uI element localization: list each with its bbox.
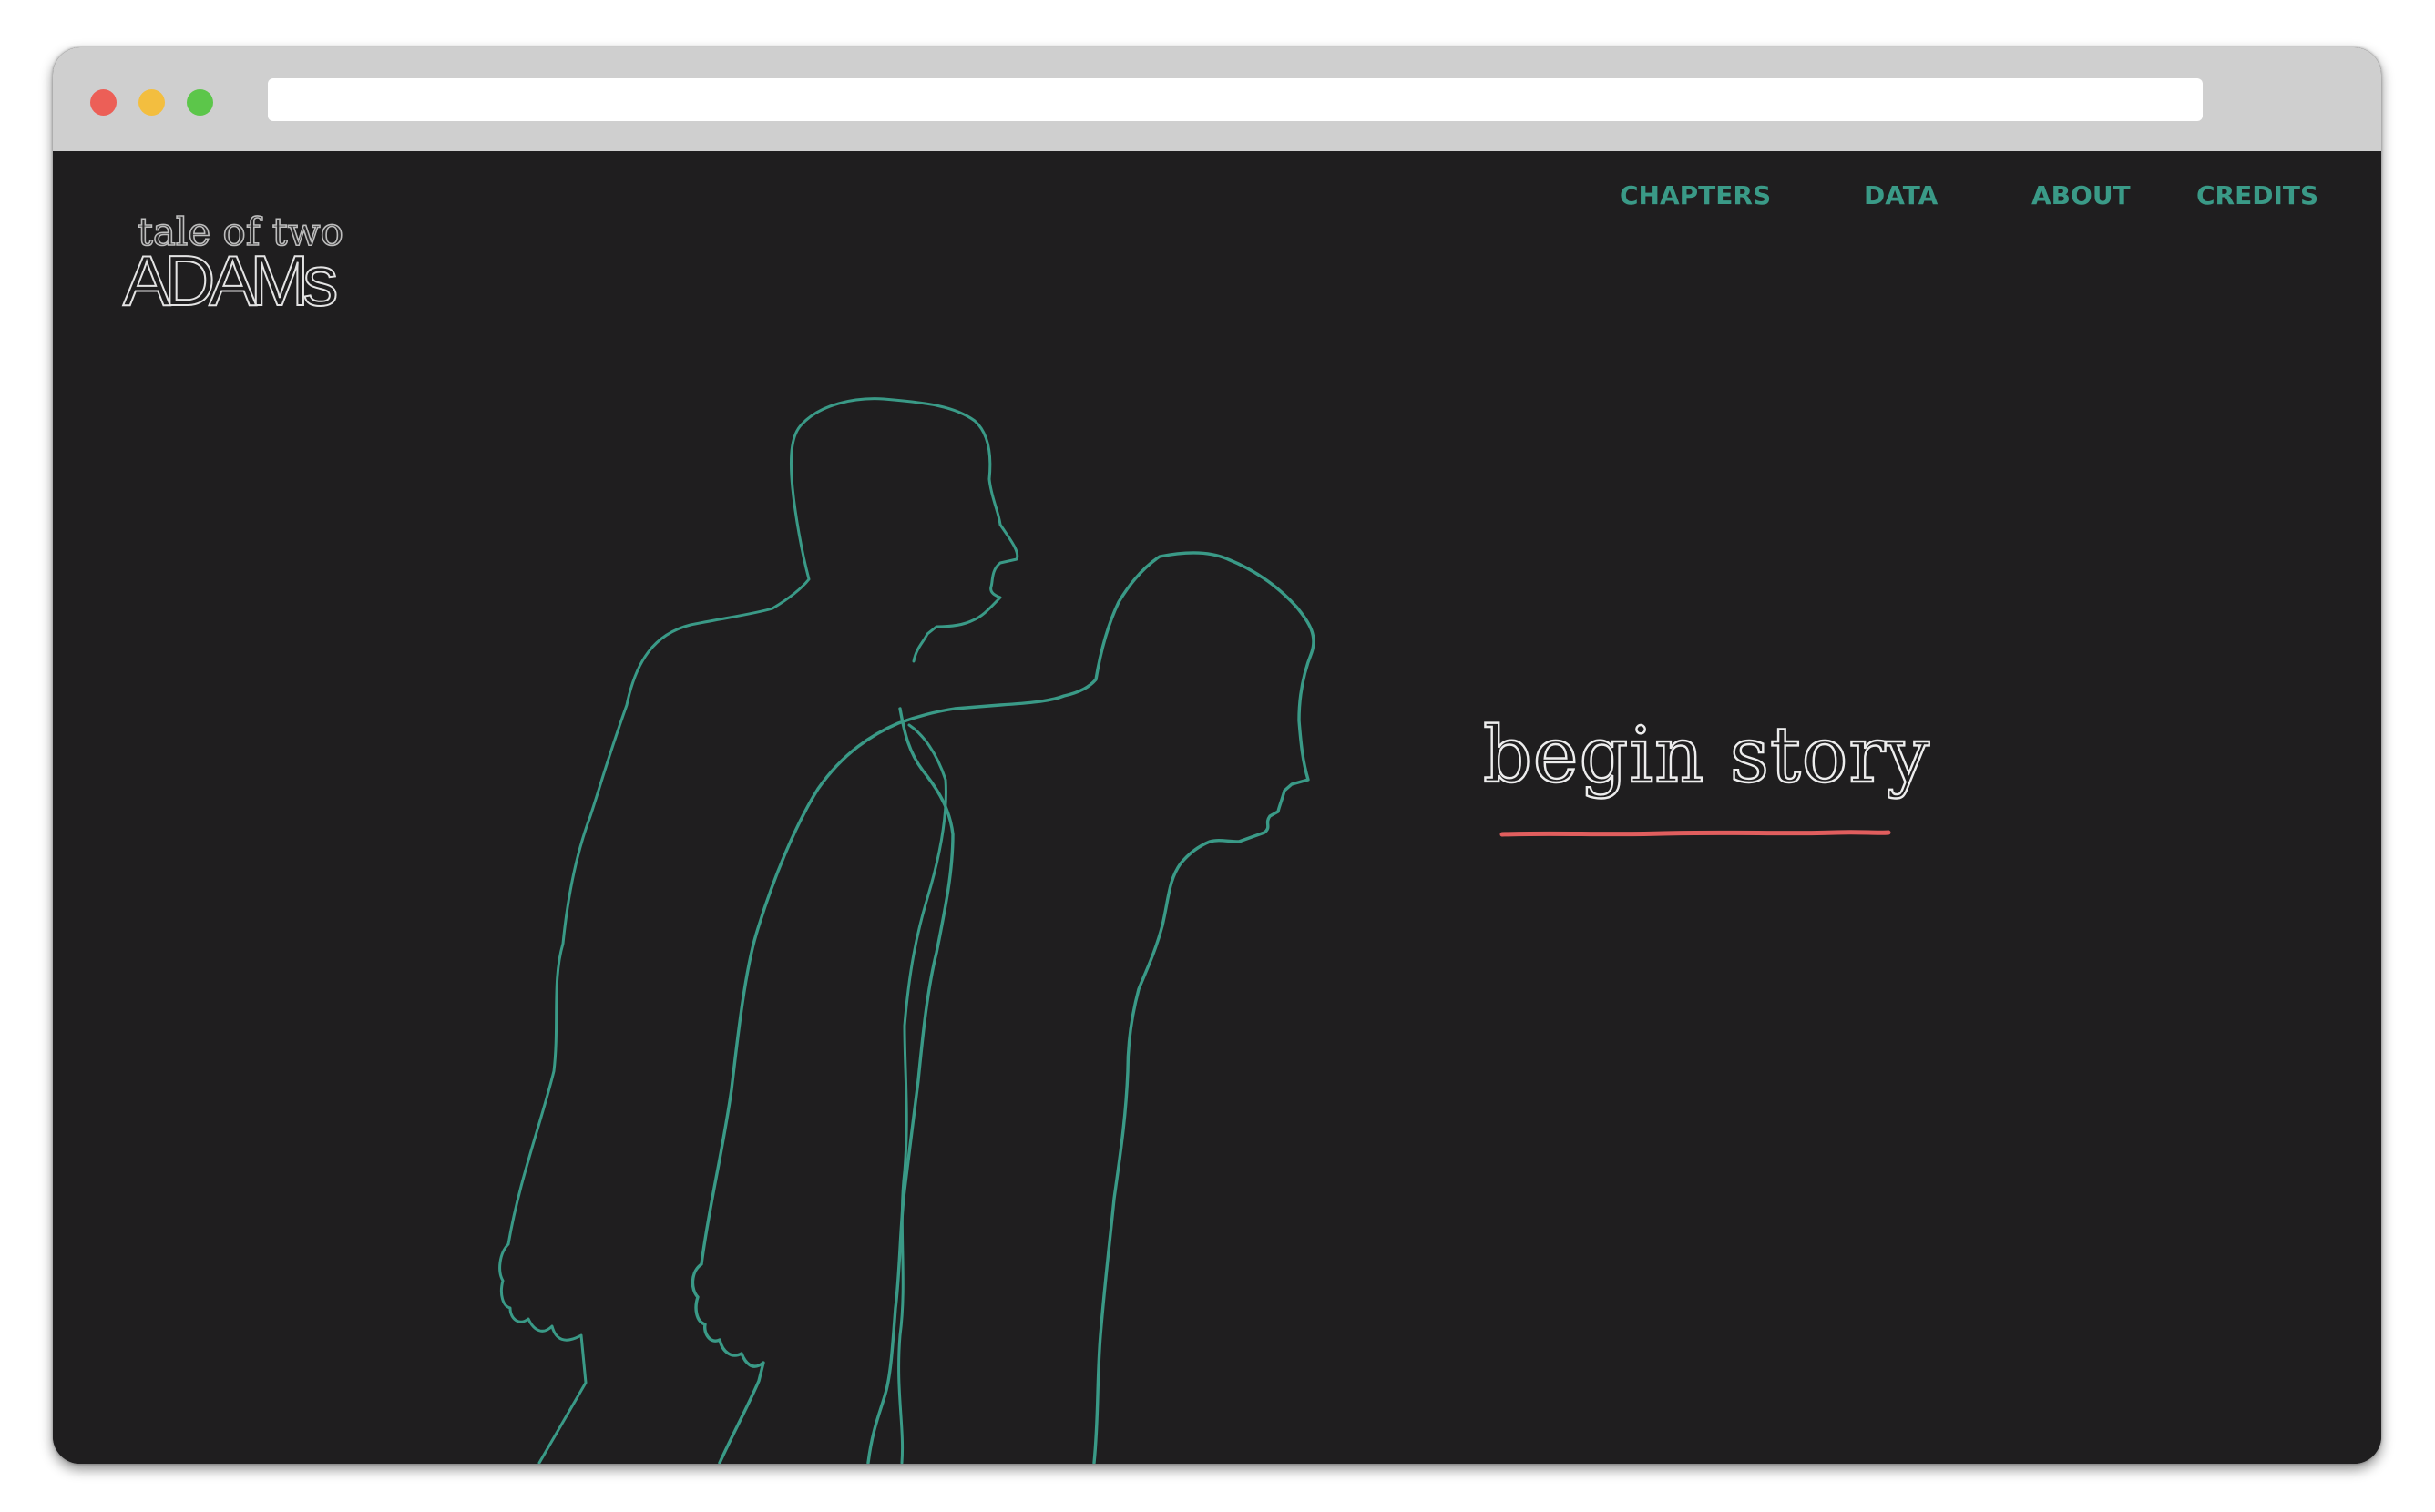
address-bar[interactable]	[268, 78, 2203, 121]
front-man-outline	[691, 551, 1315, 1464]
nav-link-about[interactable]: ABOUT	[2031, 180, 2131, 217]
site-logo[interactable]: tale of two ADAMs	[122, 209, 414, 321]
begin-story-button[interactable]: begin story	[1482, 710, 1930, 801]
minimize-window-button[interactable]	[138, 89, 165, 116]
close-window-button[interactable]	[90, 89, 117, 116]
begin-story-underline	[1499, 830, 1891, 837]
nav-link-data[interactable]: DATA	[1864, 180, 1938, 217]
two-men-illustration	[498, 397, 1315, 1464]
browser-window: tale of two ADAMs CHAPTERS DATA ABOUT CR…	[53, 47, 2381, 1464]
zoom-window-button[interactable]	[187, 89, 213, 116]
page-viewport: tale of two ADAMs CHAPTERS DATA ABOUT CR…	[53, 151, 2381, 1464]
browser-title-bar	[53, 47, 2381, 151]
nav-link-chapters[interactable]: CHAPTERS	[1620, 180, 1771, 217]
logo-wordmark: ADAMs	[122, 240, 339, 321]
nav-link-credits[interactable]: CREDITS	[2196, 180, 2318, 217]
